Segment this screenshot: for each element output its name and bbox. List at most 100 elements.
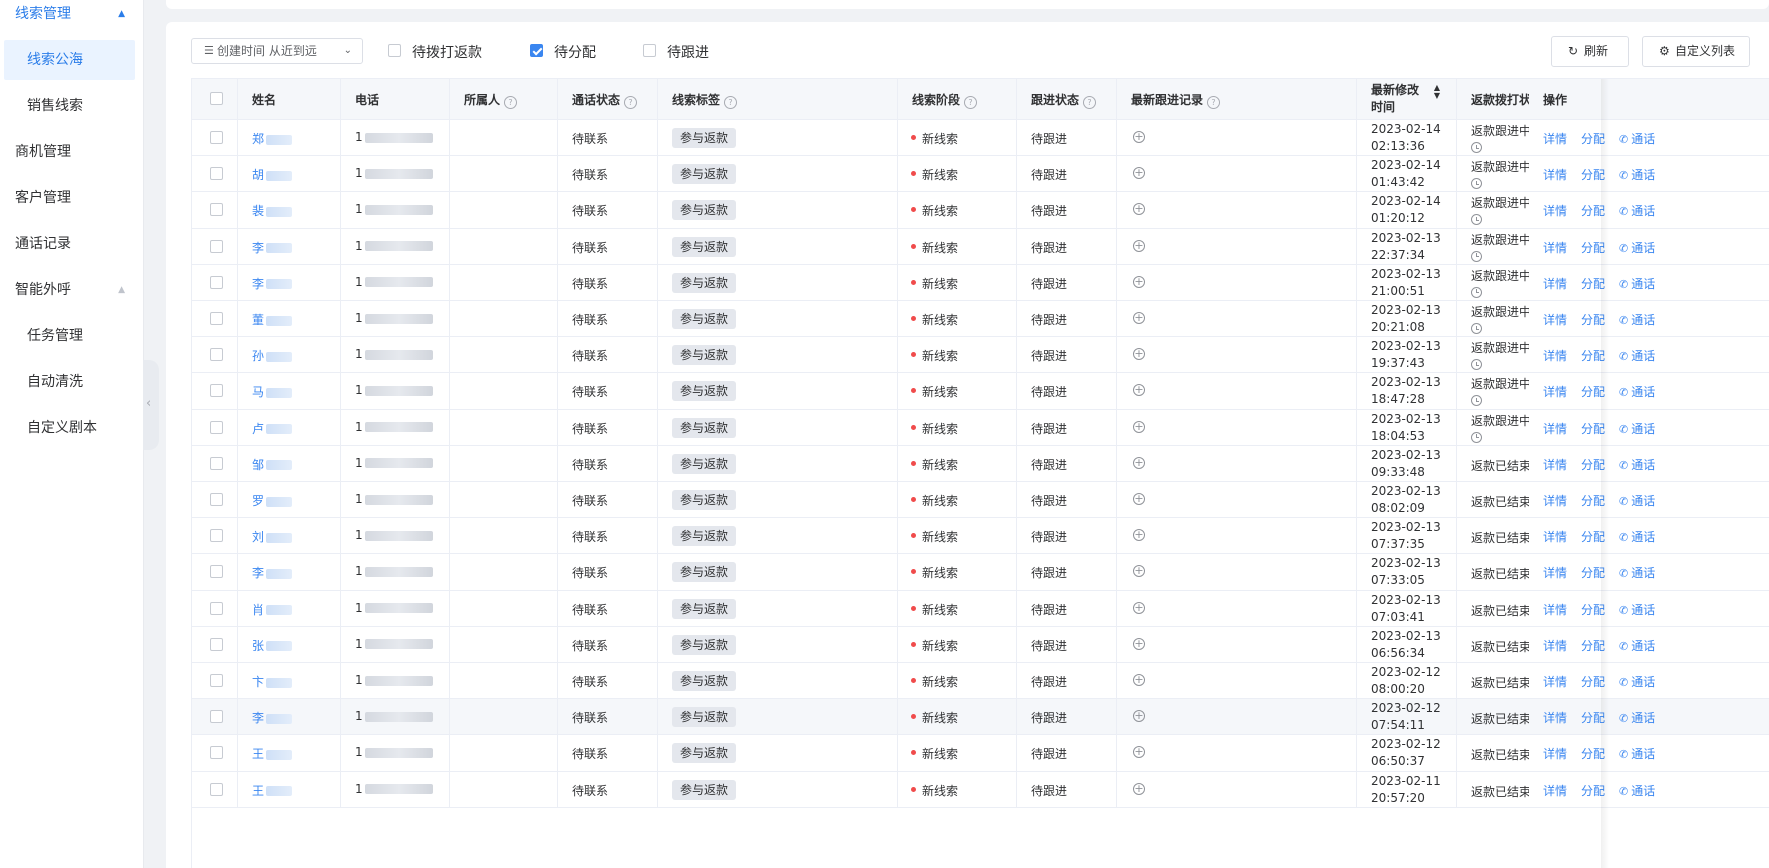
add-circle-icon[interactable]: + xyxy=(1133,674,1145,686)
call-link[interactable]: ✆ 通话 xyxy=(1619,349,1655,363)
menu-custom-script[interactable]: 自定义剧本 xyxy=(0,408,143,448)
filter-pending-follow[interactable]: 待跟进 xyxy=(643,41,723,61)
add-circle-icon[interactable]: + xyxy=(1133,384,1145,397)
row-checkbox[interactable] xyxy=(210,167,223,181)
detail-link[interactable]: 详情 xyxy=(1543,603,1567,617)
add-circle-icon[interactable]: + xyxy=(1133,275,1145,288)
call-link[interactable]: ✆ 通话 xyxy=(1619,385,1655,399)
add-circle-icon[interactable]: + xyxy=(1133,131,1145,143)
filter-pending-refund-call[interactable]: 待拨打返款 xyxy=(388,41,488,61)
detail-link[interactable]: 详情 xyxy=(1543,494,1567,508)
checkbox-checked[interactable] xyxy=(530,44,543,57)
lead-name-link[interactable]: 裴 xyxy=(252,204,264,218)
lead-name-link[interactable]: 罗 xyxy=(252,494,264,508)
detail-link[interactable]: 详情 xyxy=(1543,639,1567,653)
lead-name-link[interactable]: 邹 xyxy=(252,458,264,472)
lead-name-link[interactable]: 王 xyxy=(252,747,264,761)
call-link[interactable]: ✆ 通话 xyxy=(1619,132,1655,146)
call-link[interactable]: ✆ 通话 xyxy=(1619,422,1655,436)
call-link[interactable]: ✆ 通话 xyxy=(1619,168,1655,182)
detail-link[interactable]: 详情 xyxy=(1543,747,1567,761)
help-icon[interactable]: ? xyxy=(724,96,738,109)
detail-link[interactable]: 详情 xyxy=(1543,241,1567,255)
detail-link[interactable]: 详情 xyxy=(1543,313,1567,327)
row-checkbox[interactable] xyxy=(210,529,223,543)
add-circle-icon[interactable]: + xyxy=(1133,348,1145,361)
checkbox[interactable] xyxy=(388,44,401,57)
detail-link[interactable]: 详情 xyxy=(1543,711,1567,725)
menu-opportunity[interactable]: 商机管理 xyxy=(0,132,143,172)
call-link[interactable]: ✆ 通话 xyxy=(1619,241,1655,255)
add-circle-icon[interactable]: + xyxy=(1133,710,1145,723)
detail-link[interactable]: 详情 xyxy=(1543,422,1567,436)
lead-name-link[interactable]: 郑 xyxy=(252,132,264,146)
sort-select[interactable]: ☰ 创建时间 从近到远 ⌄ xyxy=(191,38,363,64)
call-link[interactable]: ✆ 通话 xyxy=(1619,530,1655,544)
help-icon[interactable]: ? xyxy=(624,96,638,109)
row-checkbox[interactable] xyxy=(210,601,223,615)
detail-link[interactable]: 详情 xyxy=(1543,204,1567,218)
add-circle-icon[interactable]: + xyxy=(1133,493,1145,505)
menu-sales-leads[interactable]: 销售线索 xyxy=(0,86,143,126)
lead-name-link[interactable]: 胡 xyxy=(252,168,264,182)
row-checkbox[interactable] xyxy=(210,239,223,253)
row-checkbox[interactable] xyxy=(210,710,223,724)
add-circle-icon[interactable]: + xyxy=(1133,529,1145,542)
lead-name-link[interactable]: 孙 xyxy=(252,349,264,363)
menu-smart-outbound[interactable]: 智能外呼 ▲ xyxy=(0,270,143,310)
select-all-checkbox[interactable] xyxy=(210,92,223,105)
call-link[interactable]: ✆ 通话 xyxy=(1619,711,1655,725)
menu-auto-clean[interactable]: 自动清洗 xyxy=(0,362,143,402)
lead-name-link[interactable]: 卞 xyxy=(252,675,264,689)
custom-columns-button[interactable]: ⚙ 自定义列表 xyxy=(1642,36,1750,67)
add-circle-icon[interactable]: + xyxy=(1133,637,1145,650)
lead-name-link[interactable]: 刘 xyxy=(252,530,264,544)
lead-name-link[interactable]: 董 xyxy=(252,313,264,327)
row-checkbox[interactable] xyxy=(210,674,223,687)
sidebar-collapse-handle[interactable]: ‹ xyxy=(143,360,159,450)
lead-name-link[interactable]: 李 xyxy=(252,566,264,580)
detail-link[interactable]: 详情 xyxy=(1543,784,1567,798)
add-circle-icon[interactable]: + xyxy=(1133,203,1145,216)
help-icon[interactable]: ? xyxy=(504,96,518,109)
call-link[interactable]: ✆ 通话 xyxy=(1619,313,1655,327)
filter-pending-assign[interactable]: 待分配 xyxy=(530,41,610,61)
detail-link[interactable]: 详情 xyxy=(1543,349,1567,363)
detail-link[interactable]: 详情 xyxy=(1543,132,1567,146)
detail-link[interactable]: 详情 xyxy=(1543,458,1567,472)
row-checkbox[interactable] xyxy=(210,565,223,579)
menu-lead-management[interactable]: 线索管理 ▲ xyxy=(0,0,143,34)
row-checkbox[interactable] xyxy=(210,456,223,470)
detail-link[interactable]: 详情 xyxy=(1543,168,1567,182)
lead-name-link[interactable]: 李 xyxy=(252,241,264,255)
detail-link[interactable]: 详情 xyxy=(1543,385,1567,399)
row-checkbox[interactable] xyxy=(210,420,223,434)
row-checkbox[interactable] xyxy=(210,203,223,217)
row-checkbox[interactable] xyxy=(210,312,223,325)
call-link[interactable]: ✆ 通话 xyxy=(1619,494,1655,508)
lead-name-link[interactable]: 肖 xyxy=(252,603,264,617)
add-circle-icon[interactable]: + xyxy=(1133,456,1145,469)
row-checkbox[interactable] xyxy=(210,637,223,651)
row-checkbox[interactable] xyxy=(210,493,223,506)
row-checkbox[interactable] xyxy=(210,348,223,362)
call-link[interactable]: ✆ 通话 xyxy=(1619,675,1655,689)
add-circle-icon[interactable]: + xyxy=(1133,565,1145,578)
lead-name-link[interactable]: 马 xyxy=(252,385,264,399)
lead-name-link[interactable]: 王 xyxy=(252,784,264,798)
add-circle-icon[interactable]: + xyxy=(1133,420,1145,433)
call-link[interactable]: ✆ 通话 xyxy=(1619,603,1655,617)
call-link[interactable]: ✆ 通话 xyxy=(1619,204,1655,218)
menu-customer[interactable]: 客户管理 xyxy=(0,178,143,218)
lead-name-link[interactable]: 张 xyxy=(252,639,264,653)
add-circle-icon[interactable]: + xyxy=(1133,782,1145,795)
lead-name-link[interactable]: 李 xyxy=(252,711,264,725)
lead-name-link[interactable]: 李 xyxy=(252,277,264,291)
add-circle-icon[interactable]: + xyxy=(1133,239,1145,252)
help-icon[interactable]: ? xyxy=(1207,96,1221,109)
detail-link[interactable]: 详情 xyxy=(1543,277,1567,291)
call-link[interactable]: ✆ 通话 xyxy=(1619,639,1655,653)
header-modified-time[interactable]: 最新修改时间 ▲ ▼ xyxy=(1357,79,1457,119)
detail-link[interactable]: 详情 xyxy=(1543,530,1567,544)
refresh-button[interactable]: ↻ 刷新 xyxy=(1551,36,1629,67)
